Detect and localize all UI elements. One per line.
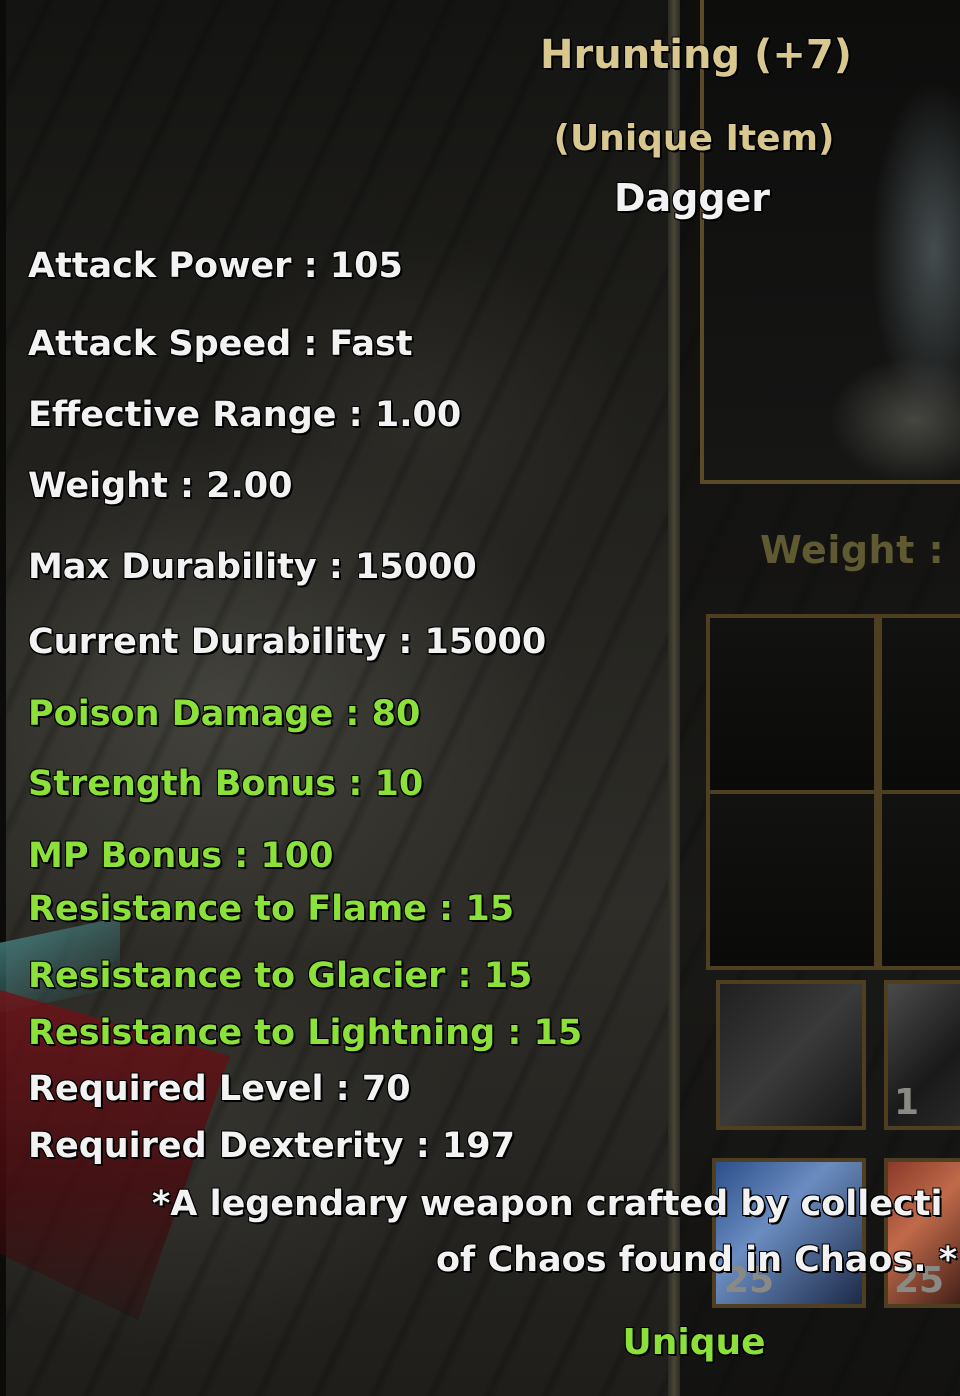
stat-weight: Weight : 2.00	[28, 466, 293, 506]
stat-max-durability: Max Durability : 15000	[28, 547, 477, 587]
item-kind: Dagger	[613, 176, 771, 220]
bonus-resist-flame: Resistance to Flame : 15	[28, 889, 515, 929]
inventory-weight-label: Weight :	[760, 528, 945, 572]
item-rarity: Unique	[622, 1322, 766, 1363]
inventory-slot[interactable]	[706, 790, 878, 970]
stat-attack-power: Attack Power : 105	[28, 246, 403, 286]
inventory-slot[interactable]	[878, 790, 960, 970]
stat-attack-speed: Attack Speed : Fast	[28, 324, 413, 364]
stat-effective-range: Effective Range : 1.00	[28, 395, 462, 435]
item-description-line-1: *A legendary weapon crafted by collecti	[152, 1184, 943, 1224]
inventory-slot-item[interactable]: 25	[884, 1158, 960, 1308]
inventory-slot-item[interactable]: 1	[884, 980, 960, 1130]
bonus-resist-glacier: Resistance to Glacier : 15	[28, 956, 533, 996]
inventory-slot[interactable]	[706, 614, 878, 794]
bonus-strength: Strength Bonus : 10	[28, 764, 424, 804]
bonus-poison-damage: Poison Damage : 80	[28, 694, 421, 734]
inventory-slot-item[interactable]: 25	[712, 1158, 866, 1308]
item-stack-count: 1	[894, 1082, 920, 1123]
inventory-slot-item[interactable]	[716, 980, 866, 1130]
bonus-resist-lightning: Resistance to Lightning : 15	[28, 1013, 583, 1053]
item-description-line-2: of Chaos found in Chaos. *	[436, 1240, 958, 1280]
item-type-note: (Unique Item)	[553, 118, 835, 159]
stat-current-durability: Current Durability : 15000	[28, 622, 547, 662]
inventory-slot[interactable]	[878, 614, 960, 794]
requirement-level: Required Level : 70	[28, 1069, 411, 1109]
bonus-mp: MP Bonus : 100	[28, 836, 334, 876]
item-name: Hrunting (+7)	[540, 32, 852, 78]
game-scene: Weight : 1 25 25 Hrunting (+7) (Unique I…	[0, 0, 960, 1396]
requirement-dexterity: Required Dexterity : 197	[28, 1126, 515, 1166]
